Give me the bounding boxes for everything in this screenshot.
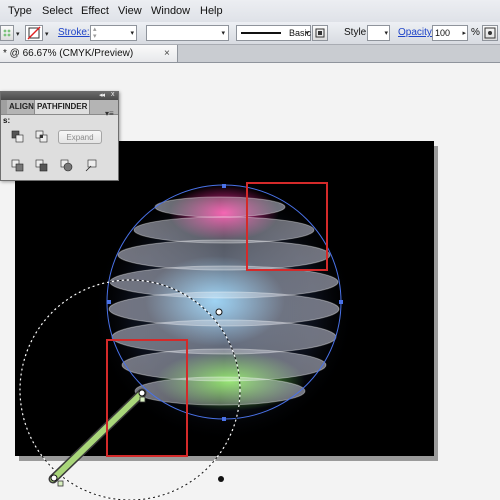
panel-grip[interactable]: ◂◂ x (1, 91, 118, 100)
stroke-dropdown-icon[interactable]: ▾ (45, 30, 49, 38)
opacity-value: 100 (435, 28, 451, 38)
variable-width-select[interactable]: ▾ (146, 25, 229, 41)
intersect-icon[interactable] (35, 130, 48, 143)
artboard[interactable] (15, 141, 434, 456)
brush-definition-select[interactable]: Basic ▾ (236, 25, 311, 41)
close-icon[interactable]: x (111, 91, 114, 98)
tab-align[interactable]: ALIGN (9, 100, 34, 114)
brush-options-button[interactable] (312, 25, 328, 41)
menu-select[interactable]: Select (42, 5, 73, 17)
stroke-weight-field[interactable]: ▴ ▾ ▾ (90, 25, 137, 41)
shape-modes-label: s: (3, 116, 11, 125)
fill-dropdown-icon[interactable]: ▾ (16, 30, 20, 38)
brush-dropdown-icon[interactable]: ▾ (305, 29, 309, 37)
recolor-icon (484, 27, 496, 39)
opacity-field[interactable]: 100 ▸ (432, 25, 468, 41)
menu-effect[interactable]: Effect (81, 5, 109, 17)
fill-swatch[interactable] (0, 25, 14, 41)
style-label: Style: (344, 27, 370, 38)
stroke-weight-dropdown-icon[interactable]: ▾ (130, 29, 134, 37)
fill-dots-icon (3, 29, 11, 37)
percent-sign: % (471, 27, 480, 38)
sphere-bands (108, 196, 340, 406)
menu-type[interactable]: Type (8, 5, 32, 17)
stroke-label[interactable]: Stroke: (58, 27, 90, 38)
document-tab-title: * @ 66.67% (CMYK/Preview) (3, 48, 134, 59)
stroke-none-icon (27, 26, 41, 40)
panel-tab-bar: ALIGN PATHFINDER ▾≡ (1, 100, 118, 118)
brush-stroke-preview (241, 32, 281, 34)
gradient-color-stop[interactable] (57, 480, 64, 487)
sphere-artwork[interactable] (15, 141, 434, 456)
menu-window[interactable]: Window (151, 5, 190, 17)
gradient-origin-handle[interactable] (50, 474, 58, 482)
document-tab-strip: * @ 66.67% (CMYK/Preview) × (0, 45, 500, 63)
crop-icon[interactable] (85, 159, 98, 172)
expand-button[interactable]: Expand (58, 130, 102, 144)
panel-menu-icon[interactable]: ▾≡ (105, 109, 114, 118)
minus-front-icon[interactable] (11, 130, 24, 143)
divide-icon[interactable] (11, 159, 24, 172)
trim-icon[interactable] (35, 159, 48, 172)
stroke-swatch[interactable] (25, 25, 43, 41)
tab-pathfinder[interactable]: PATHFINDER (34, 100, 91, 114)
merge-icon[interactable] (60, 159, 73, 172)
menu-bar: Type Select Effect View Window Help (0, 0, 500, 23)
menu-help[interactable]: Help (200, 5, 223, 17)
stroke-weight-stepper-icon[interactable]: ▴ ▾ (93, 26, 97, 40)
gradient-radius-handle[interactable] (218, 476, 224, 482)
collapse-icon[interactable]: ◂◂ (99, 91, 105, 99)
pathfinder-panel: ◂◂ x ALIGN PATHFINDER ▾≡ s: Expand (0, 91, 119, 181)
recolor-artwork-button[interactable] (482, 25, 498, 41)
close-icon[interactable]: × (164, 45, 170, 62)
menu-view[interactable]: View (118, 5, 142, 17)
opacity-label[interactable]: Opacity: (398, 27, 435, 38)
opacity-dropdown-icon[interactable]: ▸ (462, 29, 466, 37)
style-dropdown-icon[interactable]: ▾ (384, 29, 388, 37)
graphic-style-swatch[interactable]: ▾ (367, 25, 390, 41)
variable-width-dropdown-icon[interactable]: ▾ (221, 29, 225, 37)
brush-options-icon (315, 28, 325, 38)
tab-transform[interactable] (1, 100, 7, 114)
document-tab[interactable]: * @ 66.67% (CMYK/Preview) × (0, 45, 178, 62)
